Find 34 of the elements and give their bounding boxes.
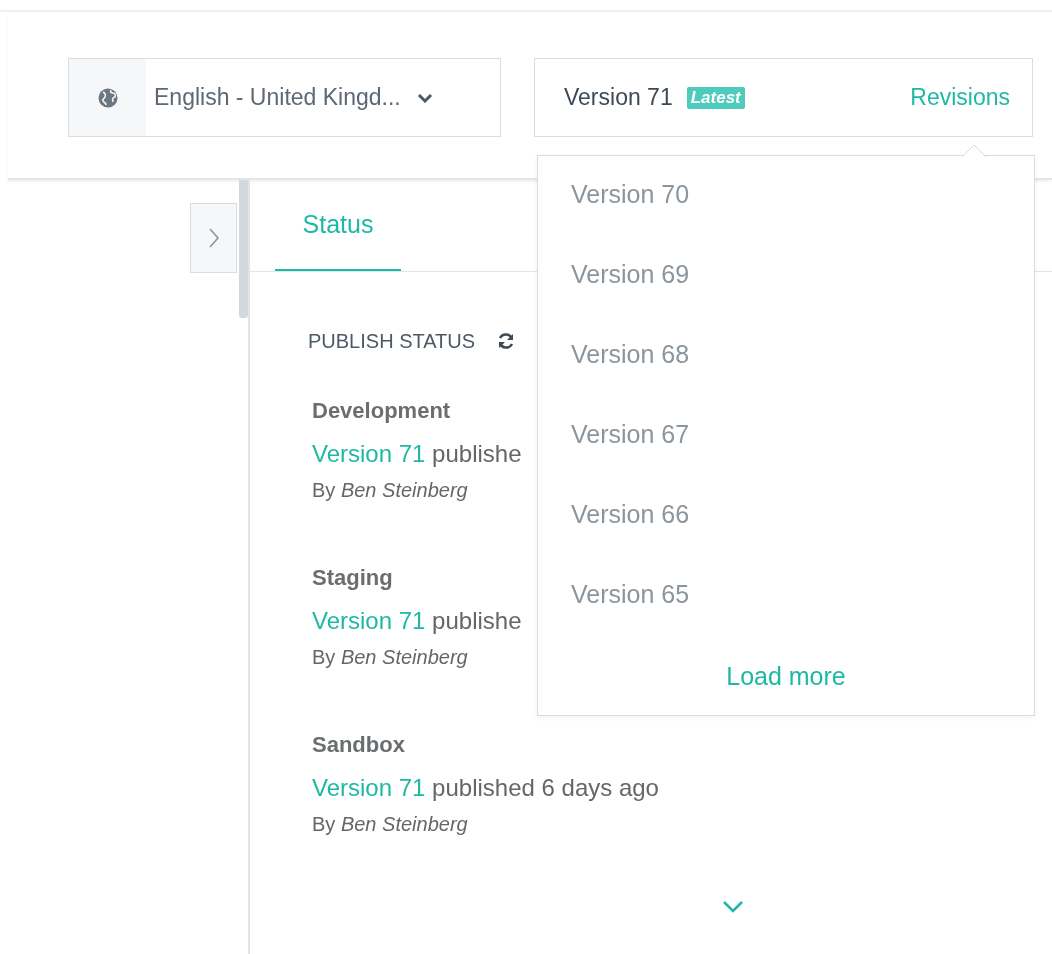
menu-item[interactable]: Version 65 bbox=[571, 574, 690, 614]
environment-name: Development bbox=[312, 399, 451, 423]
environment-name: Staging bbox=[312, 566, 393, 590]
latest-badge: Latest bbox=[686, 86, 745, 109]
version-link[interactable]: Version 71 bbox=[312, 440, 426, 467]
status-tab[interactable]: Status bbox=[275, 180, 401, 271]
section-title: PUBLISH STATUS bbox=[308, 329, 476, 353]
author-line: By Ben Steinberg bbox=[312, 645, 468, 669]
menu-item[interactable]: Version 67 bbox=[571, 414, 690, 454]
language-select[interactable]: English - United Kingd... bbox=[68, 58, 501, 137]
menu-item[interactable]: Version 66 bbox=[571, 494, 690, 534]
version-selector[interactable]: Version 71 Latest Revisions bbox=[534, 58, 1033, 137]
load-more-link[interactable]: Load more bbox=[726, 656, 846, 696]
publish-info: Version 71 publishe bbox=[312, 441, 522, 467]
scrollbar-thumb[interactable] bbox=[239, 180, 248, 318]
chevron-right-icon bbox=[207, 227, 220, 249]
sidebar-toggle-button[interactable] bbox=[190, 203, 237, 273]
refresh-icon[interactable] bbox=[497, 332, 516, 350]
version-label: Version 71 bbox=[564, 84, 673, 111]
globe-icon bbox=[97, 87, 118, 108]
revisions-link[interactable]: Revisions bbox=[910, 84, 1010, 111]
publish-info: Version 71 publishe bbox=[312, 608, 522, 634]
author-line: By Ben Steinberg bbox=[312, 478, 468, 502]
menu-item[interactable]: Version 69 bbox=[571, 254, 690, 294]
menu-item[interactable]: Version 68 bbox=[571, 334, 690, 374]
environment-name: Sandbox bbox=[312, 733, 405, 757]
chevron-down-icon[interactable] bbox=[722, 900, 744, 913]
chevron-down-icon bbox=[416, 92, 433, 103]
author-line: By Ben Steinberg bbox=[312, 812, 468, 836]
publish-info: Version 71 published 6 days ago bbox=[312, 775, 659, 801]
language-value: English - United Kingd... bbox=[154, 84, 401, 111]
version-link[interactable]: Version 71 bbox=[312, 774, 426, 801]
menu-item[interactable]: Version 70 bbox=[571, 174, 690, 214]
version-link[interactable]: Version 71 bbox=[312, 607, 426, 634]
